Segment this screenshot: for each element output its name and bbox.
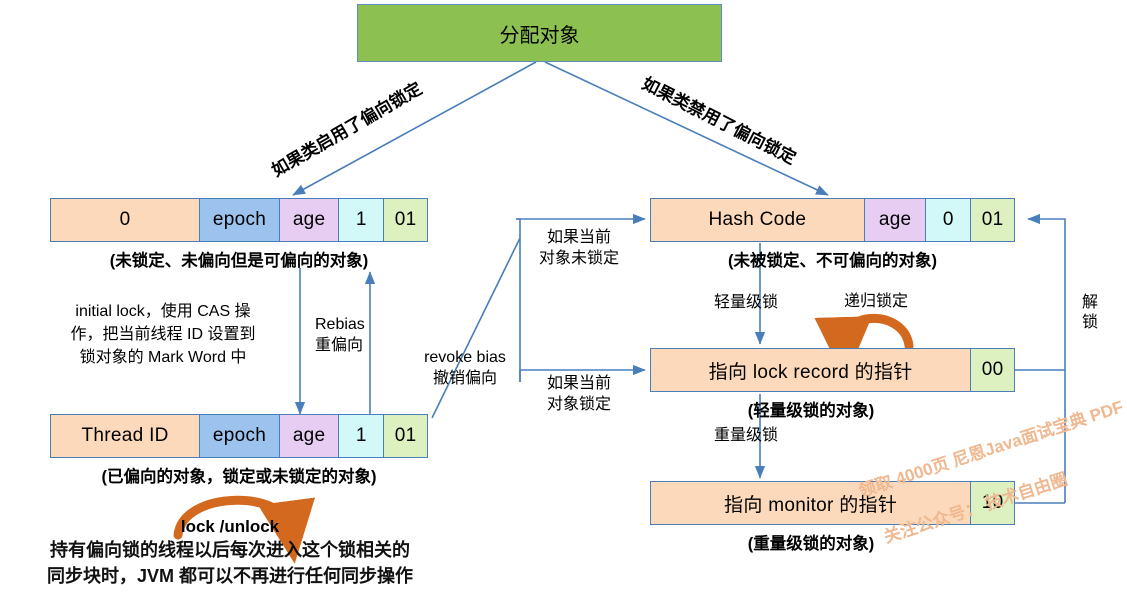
cell-age: age xyxy=(864,199,927,241)
edge-label-enable-bias: 如果类启用了偏向锁定 xyxy=(268,78,426,182)
label-heavyweight-lock: 重量级锁 xyxy=(706,426,786,447)
label-revoke-bias-line1: revoke bias xyxy=(424,349,506,366)
cell-lock-bits: 01 xyxy=(384,415,427,457)
note-initial-lock-line1: initial lock，使用 CAS 操 xyxy=(75,303,251,320)
label-unlock-line2: 锁 xyxy=(1081,314,1098,331)
note-initial-lock-line2: 作，把当前线程 ID 设置到 xyxy=(70,326,256,344)
note-biased-thread-line1: 持有偏向锁的线程以后每次进入这个锁相关的 xyxy=(50,540,410,560)
cell-lock-bits: 00 xyxy=(971,349,1014,391)
label-lightweight-lock-text: 轻量级锁 xyxy=(713,294,778,311)
cell-bias-bit: 1 xyxy=(339,415,385,457)
caption-hashcode: (未被锁定、不可偏向的对象) xyxy=(650,247,1015,271)
diagram-canvas: 分配对象 如果类启用了偏向锁定 如果类禁用了偏向锁定 0 epoch age 1… xyxy=(0,0,1127,604)
edge-label-enable-bias-text: 如果类启用了偏向锁定 xyxy=(268,78,426,181)
cell-0: 0 xyxy=(51,199,201,241)
label-if-object-locked-line2: 对象锁定 xyxy=(546,395,611,413)
caption-unlocked-biasable: (未锁定、未偏向但是可偏向的对象) xyxy=(50,247,428,271)
cell-hash-code: Hash Code xyxy=(651,199,865,241)
label-if-object-unlocked-line1: 如果当前 xyxy=(546,229,611,246)
label-if-object-unlocked: 如果当前 对象未锁定 xyxy=(527,228,631,270)
top-box-label: 分配对象 xyxy=(499,24,580,47)
cell-bias-bit: 0 xyxy=(926,199,972,241)
label-rebias: Rebias 重偏向 xyxy=(315,315,405,357)
cell-lock-bits: 01 xyxy=(971,199,1014,241)
cell-epoch: epoch xyxy=(200,415,280,457)
cell-lock-record-pointer: 指向 lock record 的指针 xyxy=(651,349,972,391)
cell-lock-bits: 01 xyxy=(384,199,427,241)
note-biased-thread-line2: 同步块时，JVM 都可以不再进行任何同步操作 xyxy=(46,565,413,586)
label-recursive-lock: 递归锁定 xyxy=(826,292,926,313)
edge-label-disable-bias-text: 如果类禁用了偏向锁定 xyxy=(638,73,800,168)
top-box-allocate-object[interactable]: 分配对象 xyxy=(357,4,722,62)
cell-epoch: epoch xyxy=(200,199,280,241)
markword-unlocked-biasable[interactable]: 0 epoch age 1 01 xyxy=(50,198,428,242)
label-lock-unlock: lock /unlock xyxy=(0,515,460,539)
note-initial-lock-line3: 锁对象的 Mark Word 中 xyxy=(79,349,247,367)
caption-unlocked-biasable-text: (未锁定、未偏向但是可偏向的对象) xyxy=(109,252,369,270)
label-lightweight-lock: 轻量级锁 xyxy=(706,293,786,314)
label-if-object-locked-line1: 如果当前 xyxy=(546,375,611,392)
caption-monitor-text: (重量级锁的对象) xyxy=(747,535,875,553)
markword-hashcode[interactable]: Hash Code age 0 01 xyxy=(650,198,1015,242)
label-unlock: 解 锁 xyxy=(1078,293,1102,333)
label-recursive-lock-text: 递归锁定 xyxy=(843,293,908,310)
caption-lock-record-text: (轻量级锁的对象) xyxy=(747,402,875,420)
cell-age: age xyxy=(279,199,340,241)
label-heavyweight-lock-text: 重量级锁 xyxy=(713,427,778,444)
caption-lock-record: (轻量级锁的对象) xyxy=(650,397,972,421)
label-if-object-locked: 如果当前 对象锁定 xyxy=(527,374,631,416)
label-if-object-unlocked-line2: 对象未锁定 xyxy=(538,249,619,267)
note-initial-lock: initial lock，使用 CAS 操 作，把当前线程 ID 设置到 锁对象… xyxy=(38,300,288,370)
label-revoke-bias: revoke bias 撤销偏向 xyxy=(405,348,525,390)
caption-hashcode-text: (未被锁定、不可偏向的对象) xyxy=(728,252,937,270)
cell-bias-bit: 1 xyxy=(339,199,385,241)
label-lock-unlock-text: lock /unlock xyxy=(180,517,280,536)
markword-lock-record[interactable]: 指向 lock record 的指针 00 xyxy=(650,348,1015,392)
label-rebias-line1: Rebias xyxy=(315,316,365,333)
edge-label-disable-bias: 如果类禁用了偏向锁定 xyxy=(638,73,800,170)
cell-thread-id: Thread ID xyxy=(51,415,201,457)
markword-biased[interactable]: Thread ID epoch age 1 01 xyxy=(50,414,428,458)
label-rebias-line2: 重偏向 xyxy=(315,336,364,354)
label-revoke-bias-line2: 撤销偏向 xyxy=(432,369,497,387)
label-unlock-line1: 解 xyxy=(1081,294,1098,311)
caption-biased-text: (已偏向的对象，锁定或未锁定的对象) xyxy=(101,468,377,486)
cell-age: age xyxy=(279,415,340,457)
caption-biased: (已偏向的对象，锁定或未锁定的对象) xyxy=(40,463,438,487)
note-biased-thread: 持有偏向锁的线程以后每次进入这个锁相关的 同步块时，JVM 都可以不再进行任何同… xyxy=(0,538,460,589)
